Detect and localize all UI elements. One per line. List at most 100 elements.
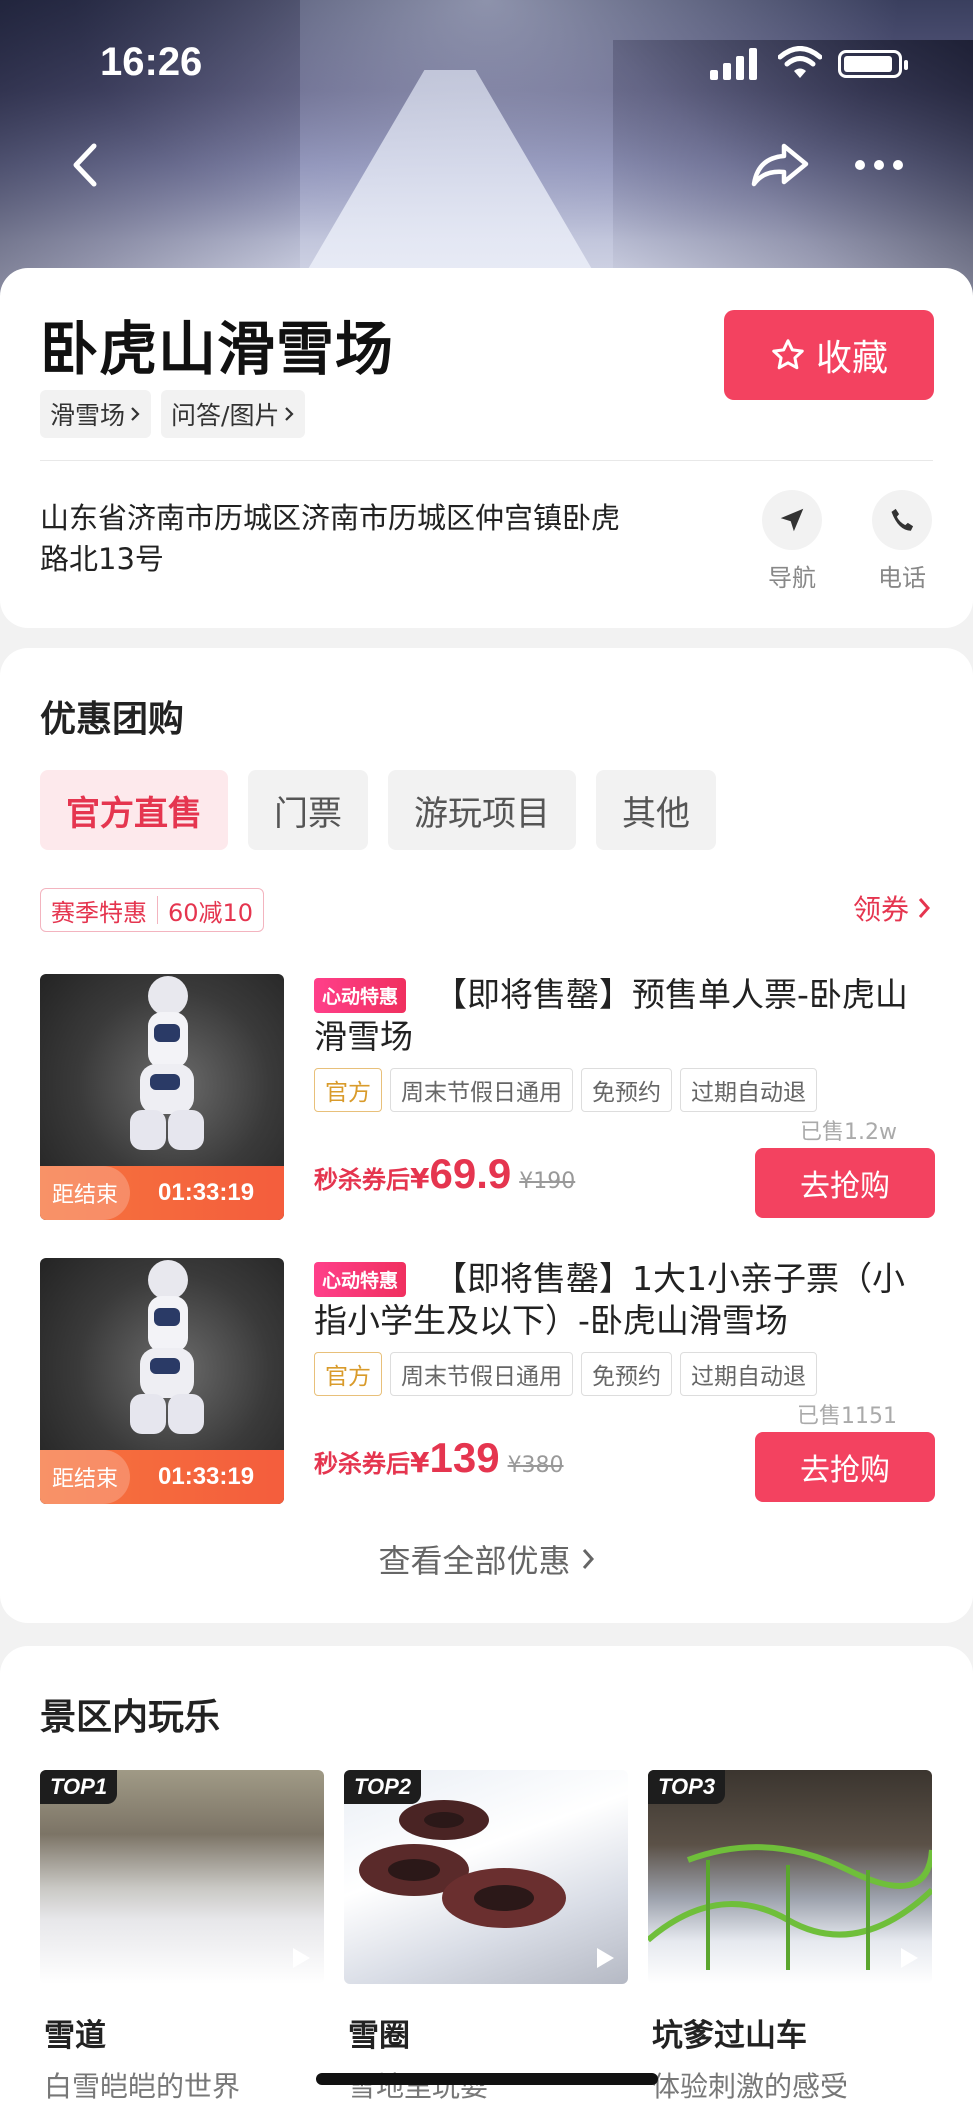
buy-button[interactable]: 去抢购 — [755, 1148, 935, 1218]
top-desc: 体验刺激的感受 — [652, 2070, 849, 2103]
label-official: 官方 — [314, 1068, 382, 1112]
label-official: 官方 — [314, 1352, 382, 1396]
price-value: 139 — [429, 1434, 500, 1481]
deal-labels: 官方 周末节假日通用 免预约 过期自动退 — [314, 1068, 817, 1112]
deal-name: 【即将售罄】1大1小亲子票（小指小学生及以下）-卧虎山滑雪场 — [314, 1259, 905, 1340]
call-icon-wrap — [872, 490, 932, 550]
navigate-button[interactable]: 导航 — [752, 490, 832, 593]
page-title: 卧虎山滑雪场 — [40, 315, 395, 383]
countdown-time: 01:33:19 — [158, 1463, 255, 1490]
tab-other[interactable]: 其他 — [596, 770, 716, 850]
top-image: TOP3 — [648, 1770, 932, 1984]
top-nav — [0, 140, 973, 190]
tab-official[interactable]: 官方直售 — [40, 770, 228, 850]
deal-name: 【即将售罄】预售单人票-卧虎山滑雪场 — [314, 975, 908, 1056]
countdown-label: 距结束 — [40, 1166, 131, 1220]
top-item[interactable]: TOP1 雪道 白雪皑皑的世界 — [40, 1770, 324, 2105]
more-icon[interactable] — [852, 140, 906, 190]
rank-badge: TOP3 — [648, 1770, 726, 1804]
price-prefix: 秒杀券后 — [314, 1166, 410, 1194]
skier-figure — [130, 1260, 204, 1434]
get-coupon-label: 领券 — [852, 893, 909, 926]
wifi-icon — [778, 46, 822, 78]
deal-price: 秒杀券后 ¥ 139 ¥380 — [314, 1434, 564, 1482]
skier-figure — [130, 976, 204, 1150]
share-icon[interactable] — [748, 140, 812, 190]
deal-tabs: 官方直售 门票 游玩项目 其他 — [40, 770, 716, 850]
star-icon — [772, 339, 804, 370]
deal-price: 秒杀券后 ¥ 69.9 ¥190 — [314, 1150, 575, 1198]
top-image: TOP2 — [344, 1770, 628, 1984]
deal-labels: 官方 周末节假日通用 免预约 过期自动退 — [314, 1352, 817, 1396]
original-price: ¥190 — [519, 1169, 576, 1194]
play-icon — [597, 1948, 614, 1968]
buy-button[interactable]: 去抢购 — [755, 1432, 935, 1502]
deal-item[interactable]: 距结束 01:33:19 心动特惠 【即将售罄】1大1小亲子票（小指小学生及以下… — [40, 1258, 935, 1504]
sold-count: 已售1.2w — [800, 1120, 897, 1145]
coupon-tag: 赛季特惠 60减10 — [40, 888, 265, 932]
top-item[interactable]: TOP3 坑爹过山车 体验刺激的感受 — [648, 1770, 932, 2105]
call-button[interactable]: 电话 — [862, 490, 942, 593]
address-text[interactable]: 山东省济南市历城区济南市历城区仲宫镇卧虎路北13号 — [40, 498, 640, 580]
navigate-icon-wrap — [762, 490, 822, 550]
label-no-booking: 免预约 — [581, 1068, 672, 1112]
label-auto-refund: 过期自动退 — [680, 1352, 817, 1396]
get-coupon-link[interactable]: 领券 — [853, 888, 931, 928]
favorite-label: 收藏 — [815, 338, 888, 379]
play-icon — [293, 1948, 310, 1968]
tag-label: 问答/图片 — [171, 401, 280, 430]
view-all-label: 查看全部优惠 — [378, 1542, 571, 1580]
top-name: 雪圈 — [348, 2018, 410, 2054]
chevron-right-icon — [582, 1549, 594, 1569]
home-indicator[interactable] — [316, 2073, 658, 2085]
signal-icon — [710, 48, 757, 80]
top-desc: 雪地里玩耍 — [348, 2070, 489, 2103]
deal-image: 距结束 01:33:19 — [40, 974, 284, 1220]
price-currency: ¥ — [410, 1162, 430, 1195]
top-item[interactable]: TOP2 雪圈 雪地里玩耍 — [344, 1770, 628, 2105]
top-desc: 白雪皑皑的世界 — [44, 2070, 241, 2103]
call-label: 电话 — [878, 564, 926, 592]
play-icon — [901, 1948, 918, 1968]
deals-card: 优惠团购 官方直售 门票 游玩项目 其他 赛季特惠 60减10 领券 距结束 0… — [0, 648, 973, 1623]
back-icon[interactable] — [66, 140, 106, 190]
countdown-time: 01:33:19 — [158, 1179, 255, 1206]
top-image: TOP1 — [40, 1770, 324, 1984]
status-bar: 16:26 — [0, 40, 973, 90]
label-no-booking: 免预约 — [581, 1352, 672, 1396]
navigate-label: 导航 — [768, 564, 816, 592]
tag-list: 滑雪场 问答/图片 — [40, 390, 306, 438]
deal-image: 距结束 01:33:19 — [40, 1258, 284, 1504]
rank-badge: TOP2 — [344, 1770, 422, 1804]
favorite-button[interactable]: 收藏 — [724, 310, 934, 400]
tag-ski-resort[interactable]: 滑雪场 — [40, 390, 152, 438]
fun-card: 景区内玩乐 TOP1 雪道 白雪皑皑的世界 TOP2 雪圈 雪地里玩耍 TOP3… — [0, 1646, 973, 2106]
status-time: 16:26 — [100, 40, 203, 84]
tag-label: 滑雪场 — [50, 401, 126, 430]
phone-icon — [891, 508, 914, 531]
label-holiday: 周末节假日通用 — [390, 1068, 573, 1112]
info-card: 卧虎山滑雪场 收藏 滑雪场 问答/图片 山东省济南市历城区济南市历城区仲宫镇卧虎… — [0, 268, 973, 628]
deal-item[interactable]: 距结束 01:33:19 心动特惠 【即将售罄】预售单人票-卧虎山滑雪场 官方 … — [40, 974, 935, 1220]
sold-count: 已售1151 — [797, 1404, 897, 1429]
chevron-right-icon — [918, 898, 931, 918]
navigate-arrow-icon — [780, 508, 804, 532]
rank-badge: TOP1 — [40, 1770, 118, 1804]
battery-icon — [838, 50, 908, 78]
countdown-bar: 距结束 01:33:19 — [40, 1450, 284, 1504]
fun-title: 景区内玩乐 — [40, 1697, 221, 1738]
price-prefix: 秒杀券后 — [314, 1450, 410, 1478]
label-auto-refund: 过期自动退 — [680, 1068, 817, 1112]
top-name: 雪道 — [44, 2018, 106, 2054]
price-currency: ¥ — [410, 1446, 430, 1479]
tag-qa-photos[interactable]: 问答/图片 — [161, 390, 306, 438]
view-all-deals[interactable]: 查看全部优惠 — [0, 1536, 973, 1582]
label-holiday: 周末节假日通用 — [390, 1352, 573, 1396]
tab-tickets[interactable]: 门票 — [248, 770, 368, 850]
tab-activities[interactable]: 游玩项目 — [388, 770, 576, 850]
countdown-label: 距结束 — [40, 1450, 131, 1504]
coupon-value: 60减10 — [168, 898, 254, 927]
top-list: TOP1 雪道 白雪皑皑的世界 TOP2 雪圈 雪地里玩耍 TOP3 坑爹过山车… — [40, 1770, 932, 2105]
top-name: 坑爹过山车 — [652, 2018, 807, 2054]
divider — [40, 460, 933, 461]
